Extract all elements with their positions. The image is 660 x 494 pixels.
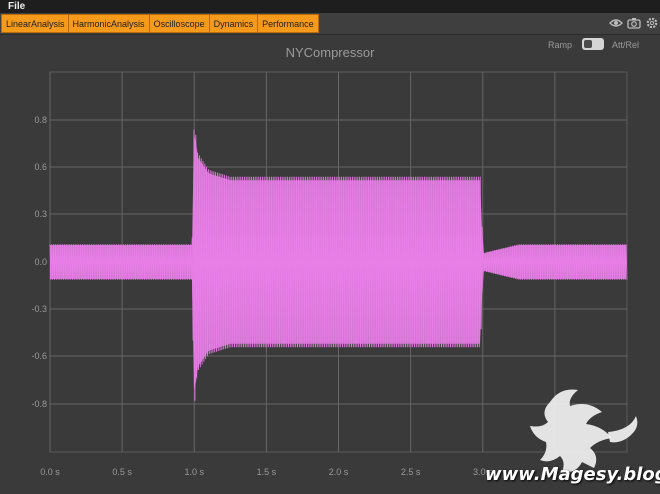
y-tick-label: 0.6	[34, 162, 47, 172]
toggle-knob	[584, 40, 592, 48]
ramp-toggle[interactable]	[582, 38, 604, 50]
ramp-label: Ramp	[548, 40, 573, 50]
watermark-text: www.Magesy.blog	[485, 464, 660, 485]
y-tick-label: -0.8	[31, 399, 47, 409]
x-tick-label: 2.5 s	[401, 467, 421, 477]
x-tick-label: 1.0 s	[184, 467, 204, 477]
y-tick-label: 0.8	[34, 115, 47, 125]
y-tick-label: -0.6	[31, 351, 47, 361]
x-tick-label: 0.5 s	[112, 467, 132, 477]
x-tick-label: 1.5 s	[257, 467, 277, 477]
y-tick-label: 0.0	[34, 257, 47, 267]
y-tick-label: -0.3	[31, 304, 47, 314]
attrel-label: Att/Rel	[612, 40, 640, 50]
x-tick-label: 2.0 s	[329, 467, 349, 477]
x-tick-label: 0.0 s	[40, 467, 60, 477]
y-tick-label: 0.3	[34, 209, 47, 219]
